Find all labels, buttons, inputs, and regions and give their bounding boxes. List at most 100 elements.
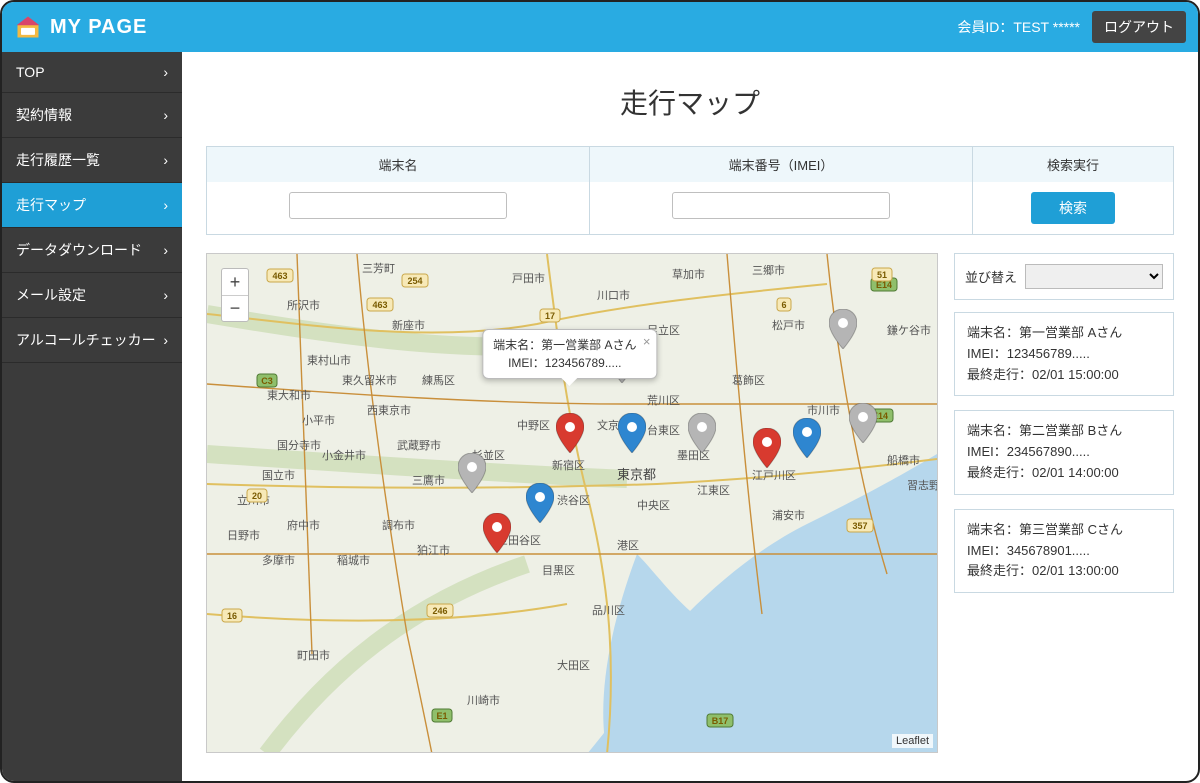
map-place-label: 中央区 <box>637 499 670 512</box>
map-place-label: 所沢市 <box>287 298 320 312</box>
sort-label: 並び替え <box>965 267 1017 286</box>
route-badge: 463 <box>367 298 393 311</box>
svg-text:16: 16 <box>227 611 237 621</box>
chevron-right-icon: › <box>163 242 168 258</box>
nav-item[interactable]: アルコールチェッカー› <box>2 318 182 363</box>
map-place-label: 江戸川区 <box>752 469 796 482</box>
map-place-label: 浦安市 <box>772 508 805 522</box>
search-col-imei: 端末番号（IMEI） <box>590 147 973 182</box>
chevron-right-icon: › <box>163 332 168 348</box>
zoom-in-button[interactable]: + <box>222 269 248 295</box>
route-badge: 254 <box>402 274 428 287</box>
route-badge: 246 <box>427 604 453 617</box>
popup-line2: IMEI：123456789..... <box>493 354 636 372</box>
map-place-label: 小金井市 <box>322 448 366 462</box>
map-place-label: 日野市 <box>227 528 260 542</box>
map-place-label: 武蔵野市 <box>397 438 441 452</box>
nav-item[interactable]: 走行マップ› <box>2 183 182 228</box>
route-badge: C3 <box>257 374 277 387</box>
map-place-label: 新座市 <box>392 318 425 332</box>
map[interactable]: 三芳町戸田市川口市草加市三郷市所沢市新座市板橋区足立区松戸市鎌ケ谷市東村山市東久… <box>206 253 938 753</box>
map-pin-icon[interactable] <box>793 418 821 458</box>
chevron-right-icon: › <box>163 107 168 123</box>
map-place-label: 品川区 <box>592 604 625 617</box>
map-pin-icon[interactable] <box>556 413 584 453</box>
device-name: 端末名：第二営業部 Bさん <box>967 421 1161 442</box>
svg-text:17: 17 <box>545 311 555 321</box>
map-place-label: 台東区 <box>647 423 680 437</box>
device-card[interactable]: 端末名：第二営業部 BさんIMEI：234567890.....最終走行：02/… <box>954 410 1174 494</box>
device-listing: 並び替え 端末名：第一営業部 AさんIMEI：123456789.....最終走… <box>954 253 1174 753</box>
map-place-label: 国分寺市 <box>277 438 321 452</box>
map-pin-icon[interactable] <box>526 483 554 523</box>
map-place-label: 中野区 <box>517 419 550 432</box>
device-name-input[interactable] <box>289 192 506 219</box>
map-place-label: 市川市 <box>807 403 840 417</box>
svg-text:463: 463 <box>272 271 287 281</box>
map-place-label: 西東京市 <box>367 403 411 417</box>
map-place-label: 三郷市 <box>752 263 785 277</box>
house-logo-icon <box>14 13 42 41</box>
imei-input[interactable] <box>672 192 889 219</box>
route-badge: 51 <box>872 268 892 281</box>
device-name: 端末名：第一営業部 Aさん <box>967 323 1161 344</box>
sort-select[interactable] <box>1025 264 1163 289</box>
nav-item[interactable]: 走行履歴一覧› <box>2 138 182 183</box>
map-place-label: 船橋市 <box>887 453 920 467</box>
member-id: 会員ID：TEST ***** <box>957 17 1080 37</box>
map-place-label: 荒川区 <box>647 394 680 407</box>
device-imei: IMEI：123456789..... <box>967 344 1161 365</box>
device-name: 端末名：第三営業部 Cさん <box>967 520 1161 541</box>
nav-item[interactable]: 契約情報› <box>2 93 182 138</box>
device-last: 最終走行：02/01 15:00:00 <box>967 365 1161 386</box>
chevron-right-icon: › <box>163 287 168 303</box>
map-pin-icon[interactable] <box>829 309 857 349</box>
nav-item-label: メール設定 <box>16 285 86 305</box>
route-badge: B17 <box>707 714 733 727</box>
map-place-label: 川崎市 <box>467 693 500 707</box>
map-pin-icon[interactable] <box>618 413 646 453</box>
route-badge: 20 <box>247 489 267 502</box>
map-pin-icon[interactable] <box>458 453 486 493</box>
search-button[interactable]: 検索 <box>1031 192 1115 224</box>
nav-item[interactable]: データダウンロード› <box>2 228 182 273</box>
map-pin-icon[interactable] <box>849 403 877 443</box>
map-place-label: 東京都 <box>617 467 656 482</box>
route-badge: 16 <box>222 609 242 622</box>
map-place-label: 府中市 <box>287 518 320 532</box>
header: MY PAGE 会員ID：TEST ***** ログアウト <box>2 2 1198 52</box>
map-pin-icon[interactable] <box>688 413 716 453</box>
svg-text:463: 463 <box>372 300 387 310</box>
nav-item[interactable]: メール設定 › <box>2 273 182 318</box>
map-place-label: 国立市 <box>262 468 295 482</box>
map-place-label: 新宿区 <box>552 458 585 472</box>
logout-button[interactable]: ログアウト <box>1092 11 1186 43</box>
nav-item-label: TOP <box>16 64 45 80</box>
nav-item[interactable]: TOP› <box>2 52 182 93</box>
map-place-label: 葛飾区 <box>732 374 765 387</box>
device-card[interactable]: 端末名：第一営業部 AさんIMEI：123456789.....最終走行：02/… <box>954 312 1174 396</box>
svg-text:6: 6 <box>781 300 786 310</box>
map-place-label: 三芳町 <box>362 261 395 275</box>
map-place-label: 草加市 <box>672 267 705 281</box>
map-place-label: 町田市 <box>297 648 330 662</box>
svg-text:254: 254 <box>407 276 422 286</box>
popup-close-icon[interactable]: × <box>643 332 651 352</box>
page-title: 走行マップ <box>206 82 1174 122</box>
route-badge: 6 <box>777 298 791 311</box>
sidebar: TOP›契約情報›走行履歴一覧›走行マップ›データダウンロード›メール設定›アル… <box>2 52 182 781</box>
map-pin-icon[interactable] <box>483 513 511 553</box>
svg-text:246: 246 <box>432 606 447 616</box>
map-place-label: 渋谷区 <box>557 494 590 507</box>
map-place-label: 東久留米市 <box>342 373 397 387</box>
map-popup: × 端末名：第一営業部 Aさん IMEI：123456789..... <box>482 329 657 379</box>
zoom-out-button[interactable]: − <box>222 295 248 321</box>
map-pin-icon[interactable] <box>753 428 781 468</box>
popup-line1: 端末名：第一営業部 Aさん <box>493 336 636 354</box>
nav-item-label: 走行履歴一覧 <box>16 150 100 170</box>
map-place-label: 港区 <box>617 539 639 552</box>
device-card[interactable]: 端末名：第三営業部 CさんIMEI：345678901.....最終走行：02/… <box>954 509 1174 593</box>
brand: MY PAGE <box>14 13 147 41</box>
svg-text:20: 20 <box>252 491 262 501</box>
map-place-label: 東大和市 <box>267 388 311 402</box>
